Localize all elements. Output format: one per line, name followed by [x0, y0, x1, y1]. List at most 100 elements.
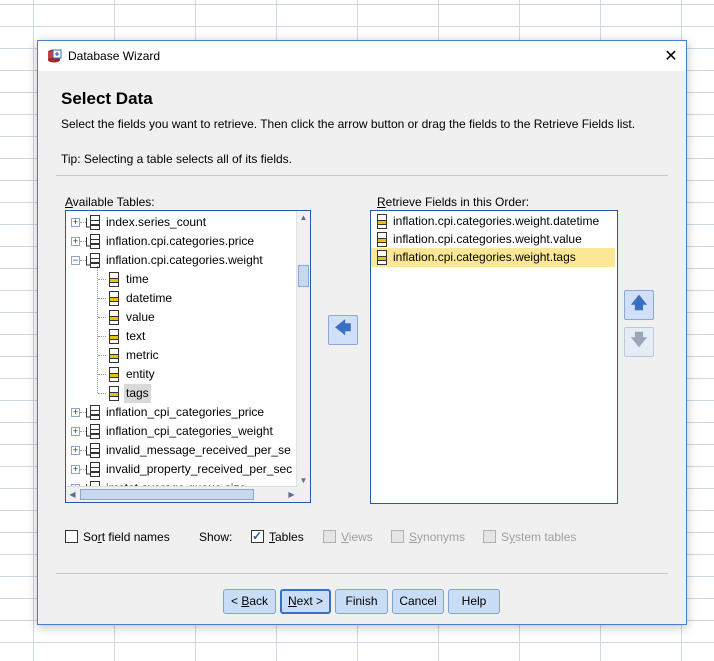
- expand-icon[interactable]: +: [71, 465, 80, 474]
- tree-connector: [98, 393, 106, 395]
- field-icon: [106, 367, 120, 382]
- next-button[interactable]: Next >: [280, 589, 331, 614]
- tree-item-label: invalid_property_received_per_sec: [106, 462, 293, 476]
- tree-field-item[interactable]: tags: [66, 384, 298, 403]
- field-icon: [106, 272, 120, 287]
- divider: [56, 573, 668, 574]
- collapse-icon[interactable]: −: [71, 256, 80, 265]
- arrow-up-icon: 🡅: [630, 294, 648, 312]
- page-heading: Select Data: [61, 89, 153, 108]
- expand-icon[interactable]: +: [71, 427, 80, 436]
- close-icon: ✕: [664, 48, 678, 65]
- close-button[interactable]: ✕: [656, 41, 686, 71]
- expand-icon[interactable]: +: [71, 237, 80, 246]
- dialog-content: Select Data Select the fields you want t…: [38, 71, 686, 624]
- finish-button[interactable]: Finish: [335, 589, 388, 614]
- help-button[interactable]: Help: [448, 589, 500, 614]
- title-bar: Database Wizard ✕: [38, 41, 686, 71]
- tree-table-item[interactable]: + inflation.cpi.categories.price: [66, 232, 298, 251]
- available-tables-tree[interactable]: + index.series_count + inflation.cpi.catego…: [65, 210, 311, 503]
- retrieve-field-item[interactable]: inflation.cpi.categories.weight.tags: [371, 248, 615, 267]
- window-title: Database Wizard: [68, 49, 161, 63]
- database-wizard-dialog: Database Wizard ✕ Select Data Select the…: [37, 40, 687, 625]
- tree-item-label: inflation.cpi.categories.price: [106, 234, 255, 248]
- add-field-button[interactable]: 🡄: [328, 315, 358, 345]
- page-description: Select the fields you want to retrieve. …: [61, 117, 636, 131]
- table-icon: [86, 215, 100, 230]
- tree-item-label: tags: [124, 384, 151, 403]
- tip-text: Tip: Selecting a table selects all of it…: [61, 152, 292, 166]
- tree-items: + index.series_count + inflation.cpi.catego…: [66, 211, 298, 487]
- tree-connector: [98, 298, 106, 300]
- tree-field-item[interactable]: metric: [66, 346, 298, 365]
- expand-icon[interactable]: +: [71, 446, 80, 455]
- show-label: Show:: [199, 530, 233, 544]
- system-tables-option: System tables: [483, 529, 593, 545]
- tree-connector: [98, 317, 106, 319]
- move-down-button[interactable]: 🡇: [624, 327, 654, 357]
- tree-item-label: time: [126, 272, 149, 286]
- scroll-up-icon[interactable]: ▲: [297, 211, 310, 224]
- views-checkbox: [323, 530, 336, 543]
- arrow-down-icon: 🡇: [630, 331, 648, 349]
- tree-connector: [97, 266, 99, 393]
- tree-table-item[interactable]: + invalid_message_received_per_se: [66, 441, 298, 460]
- tables-option[interactable]: Tables: [251, 528, 321, 545]
- sort-field-names-option[interactable]: Sort field names: [65, 529, 195, 545]
- synonyms-option: Synonyms: [391, 529, 476, 545]
- tree-connector: [98, 336, 106, 338]
- tree-item-label: entity: [126, 367, 155, 381]
- retrieve-fields-label: Retrieve Fields in this Order:: [377, 195, 530, 209]
- scroll-down-icon[interactable]: ▼: [297, 474, 310, 487]
- tree-field-item[interactable]: value: [66, 308, 298, 327]
- expand-icon[interactable]: +: [71, 408, 80, 417]
- retrieve-field-label: inflation.cpi.categories.weight.datetime: [393, 214, 600, 228]
- tree-table-item[interactable]: + inflation_cpi_categories_price: [66, 403, 298, 422]
- move-up-button[interactable]: 🡅: [624, 290, 654, 320]
- divider: [56, 175, 668, 176]
- tree-field-item[interactable]: time: [66, 270, 298, 289]
- system-tables-checkbox: [483, 530, 496, 543]
- expand-icon[interactable]: +: [71, 218, 80, 227]
- available-tables-label: Available Tables:: [65, 195, 155, 209]
- tree-table-item[interactable]: + invalid_property_received_per_sec: [66, 460, 298, 479]
- retrieve-field-item[interactable]: inflation.cpi.categories.weight.datetime: [371, 212, 615, 231]
- views-option: Views: [323, 529, 383, 545]
- tables-checkbox[interactable]: [251, 528, 264, 544]
- tree-item-label: metric: [126, 348, 159, 362]
- retrieve-fields-list[interactable]: inflation.cpi.categories.weight.datetime…: [370, 210, 618, 504]
- cancel-button[interactable]: Cancel: [392, 589, 444, 614]
- tree-item-label: text: [126, 329, 146, 343]
- synonyms-checkbox: [391, 530, 404, 543]
- field-icon: [374, 214, 388, 229]
- retrieve-field-label: inflation.cpi.categories.weight.tags: [393, 250, 576, 264]
- tree-item-label: invalid_message_received_per_se: [106, 443, 291, 457]
- tree-table-item[interactable]: + inflation_cpi_categories_weight: [66, 422, 298, 441]
- scroll-thumb[interactable]: [80, 489, 254, 500]
- arrow-left-icon: 🡄: [334, 319, 352, 337]
- back-button[interactable]: < Back: [223, 589, 276, 614]
- table-icon: [86, 234, 100, 249]
- tree-horizontal-scrollbar[interactable]: ◀ ▶: [66, 486, 298, 502]
- scrollbar-corner: [297, 487, 310, 502]
- tree-table-item[interactable]: − inflation.cpi.categories.weight: [66, 251, 298, 270]
- tree-field-item[interactable]: text: [66, 327, 298, 346]
- field-icon: [106, 329, 120, 344]
- tree-field-item[interactable]: entity: [66, 365, 298, 384]
- table-icon: [86, 462, 100, 477]
- tree-item-label: inflation.cpi.categories.weight: [106, 253, 263, 267]
- field-icon: [374, 232, 388, 247]
- sort-field-names-checkbox[interactable]: [65, 530, 78, 543]
- scroll-left-icon[interactable]: ◀: [66, 487, 79, 502]
- tree-connector: [98, 374, 106, 376]
- scroll-thumb[interactable]: [298, 265, 309, 287]
- field-icon: [106, 291, 120, 306]
- tree-vertical-scrollbar[interactable]: ▲ ▼: [296, 211, 310, 487]
- tree-table-item[interactable]: + index.series_count: [66, 213, 298, 232]
- tree-item-label: index.series_count: [106, 215, 207, 229]
- table-icon: [86, 405, 100, 420]
- retrieve-field-item[interactable]: inflation.cpi.categories.weight.value: [371, 230, 615, 249]
- tree-field-item[interactable]: datetime: [66, 289, 298, 308]
- tree-item-label: datetime: [126, 291, 173, 305]
- database-wizard-icon: [48, 49, 62, 63]
